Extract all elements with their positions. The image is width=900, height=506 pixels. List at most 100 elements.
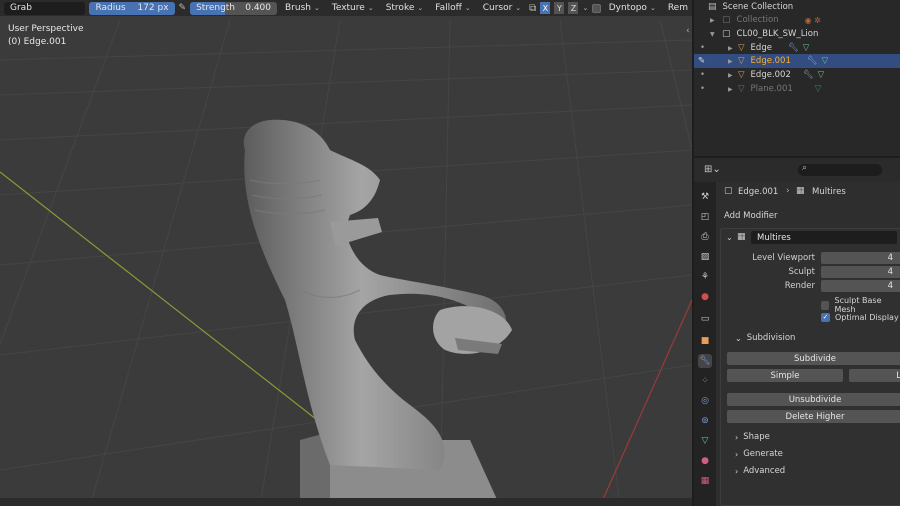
properties-header: ⊞⌄ ⌕ [694, 158, 900, 182]
outliner-panel: ▤ Scene Collection ▶ ▢ Collection ◉ ✲ ▼ … [694, 0, 900, 156]
level-viewport-field[interactable]: 4 [821, 252, 900, 264]
shape-section-header[interactable]: › Shape [735, 432, 770, 442]
view-layer-icon: ▨ [700, 252, 710, 262]
sculpt-level-field[interactable]: 4 [821, 266, 900, 278]
mesh-data-icon: ▽ [701, 436, 709, 446]
scene-collection-icon: ▤ [708, 2, 717, 12]
level-viewport-value: 4 [887, 253, 893, 263]
visibility-dot-icon: • [700, 43, 706, 53]
modifier-wrench-icon: 🔧︎ [787, 43, 799, 53]
render-level-field[interactable]: 4 [821, 280, 900, 292]
tab-particles[interactable]: ⁘ [698, 374, 712, 388]
checkmark-icon[interactable]: ✓ [821, 313, 830, 322]
visibility-dot-icon: • [700, 70, 706, 80]
outliner-item-plane-001[interactable]: • ▶ ▽ Plane.001 ▽ [694, 82, 900, 96]
dyntopo-checkbox[interactable] [592, 3, 601, 13]
texture-icon: ▦ [700, 476, 710, 486]
delete-higher-button[interactable]: Delete Higher [727, 410, 900, 423]
strength-slider[interactable]: Strength 0.400 [190, 1, 277, 15]
editor-type-icon[interactable]: ⊞⌄ [704, 164, 721, 175]
simple-button[interactable]: Simple [727, 369, 843, 382]
subdivide-button[interactable]: Subdivide [727, 352, 900, 365]
stroke-menu-label: Stroke [385, 3, 415, 13]
outliner-item-collection[interactable]: ▶ ▢ Collection ◉ ✲ [694, 13, 900, 27]
add-modifier-button[interactable]: Add Modifier [724, 211, 778, 221]
cursor-menu[interactable]: Cursor ⌄ [479, 2, 525, 15]
advanced-section-header[interactable]: › Advanced [735, 466, 785, 476]
outliner-scene-collection[interactable]: ▤ Scene Collection [694, 0, 900, 14]
sculpt-base-mesh-toggle[interactable]: Sculpt Base Mesh [821, 296, 900, 314]
collection-label: Collection [736, 15, 779, 25]
properties-search[interactable]: ⌕ [798, 163, 882, 176]
tab-physics[interactable]: ◎ [698, 394, 712, 408]
physics-icon: ◎ [701, 396, 709, 406]
falloff-menu-label: Falloff [435, 3, 462, 13]
viewport-info: User Perspective (0) Edge.001 [8, 23, 84, 49]
collapse-arrow-icon[interactable]: ‹ [686, 26, 690, 36]
optimal-display-toggle[interactable]: ✓ Optimal Display [821, 313, 899, 322]
modifier-name-field[interactable]: Multires [751, 231, 897, 244]
object-icon: ■ [700, 336, 710, 346]
symmetry-y-button[interactable]: Y [554, 2, 565, 14]
tab-tool[interactable]: ⚒ [698, 190, 712, 204]
outliner-item-lion-collection[interactable]: ▼ ▢ CL00_BLK_SW_Lion [694, 27, 900, 41]
generate-section-label: Generate [743, 449, 783, 459]
subdivision-section-header[interactable]: ⌄ Subdivision [735, 333, 795, 343]
visibility-dot-icon: • [700, 84, 706, 94]
breadcrumb-modifier: Multires [812, 187, 846, 197]
breadcrumb-object: Edge.001 [738, 187, 779, 197]
tab-modifiers[interactable]: 🔧︎ [698, 354, 712, 368]
cursor-menu-label: Cursor [482, 3, 513, 13]
stroke-menu[interactable]: Stroke ⌄ [382, 2, 428, 15]
modifier-wrench-icon: 🔧︎ [806, 56, 818, 66]
dyntopo-menu[interactable]: Dyntopo ⌄ [605, 2, 660, 15]
chevron-down-icon[interactable]: ⌄ [582, 4, 588, 12]
strength-value: 0.400 [245, 3, 271, 13]
chevron-down-icon: ⌄ [313, 4, 320, 12]
outliner-item-edge-001[interactable]: ✎ ▶ ▽ Edge.001 🔧︎ ▽ [694, 54, 900, 68]
3d-viewport[interactable]: Grab Radius 172 px ✎ Strength 0.400 Brus… [0, 0, 692, 506]
mesh-object-icon: ▽ [738, 70, 745, 80]
radius-slider[interactable]: Radius 172 px [89, 1, 175, 15]
lion-collection-label: CL00_BLK_SW_Lion [736, 29, 819, 39]
brush-menu[interactable]: Brush ⌄ [281, 2, 324, 15]
collapse-chevron-icon[interactable]: ⌄ [726, 233, 733, 242]
active-tool-field[interactable]: Grab [4, 1, 86, 15]
symmetry-icon[interactable]: ⧉ [529, 3, 536, 14]
remesh-menu[interactable]: Rem [664, 2, 692, 15]
symmetry-x-button[interactable]: X [540, 2, 551, 14]
tab-texture[interactable]: ▦ [698, 474, 712, 488]
camera-light-icons: ◉ ✲ [804, 15, 821, 25]
tab-render[interactable]: ◰ [698, 210, 712, 224]
tab-collection[interactable]: ▭ [698, 312, 712, 326]
outliner-item-edge-002[interactable]: • ▶ ▽ Edge.002 🔧︎ ▽ [694, 68, 900, 82]
properties-tabs: ⚒ ◰ ⎙ ▨ ⚘ ● ▭ ■ 🔧︎ ⁘ ◎ ⊚ ▽ ● ▦ [694, 182, 716, 506]
tab-output[interactable]: ⎙ [698, 230, 712, 244]
unsubdivide-button[interactable]: Unsubdivide [727, 393, 900, 406]
brush-menu-label: Brush [285, 3, 311, 13]
collection-icon: ▢ [722, 15, 731, 25]
tab-scene[interactable]: ⚘ [698, 270, 712, 284]
sculpt-base-mesh-checkbox[interactable] [821, 300, 830, 310]
linear-button[interactable]: L [849, 369, 900, 382]
pressure-pen-icon[interactable]: ✎ [179, 3, 187, 13]
sculpt-mesh[interactable] [0, 0, 692, 506]
tab-data[interactable]: ▽ [698, 434, 712, 448]
chevron-right-icon: › [735, 466, 739, 476]
tab-constraints[interactable]: ⊚ [698, 414, 712, 428]
tab-view-layer[interactable]: ▨ [698, 250, 712, 264]
tab-material[interactable]: ● [698, 454, 712, 468]
dyntopo-label: Dyntopo [608, 3, 647, 13]
falloff-menu[interactable]: Falloff ⌄ [431, 2, 474, 15]
tab-world[interactable]: ● [698, 290, 712, 304]
modifier-properties: ▢ Edge.001 › ▦ Multires Add Modifier ⌄ ▦… [716, 182, 900, 506]
generate-section-header[interactable]: › Generate [735, 449, 783, 459]
outliner-item-edge[interactable]: • ▶ ▽ Edge 🔧︎ ▽ [694, 41, 900, 55]
chevron-down-icon: ⌄ [515, 4, 522, 12]
multires-icon: ▦ [737, 232, 746, 242]
symmetry-z-button[interactable]: Z [568, 2, 579, 14]
texture-menu[interactable]: Texture ⌄ [328, 2, 378, 15]
status-bar [0, 498, 692, 506]
material-icon: ● [701, 456, 709, 466]
tab-object[interactable]: ■ [698, 334, 712, 348]
